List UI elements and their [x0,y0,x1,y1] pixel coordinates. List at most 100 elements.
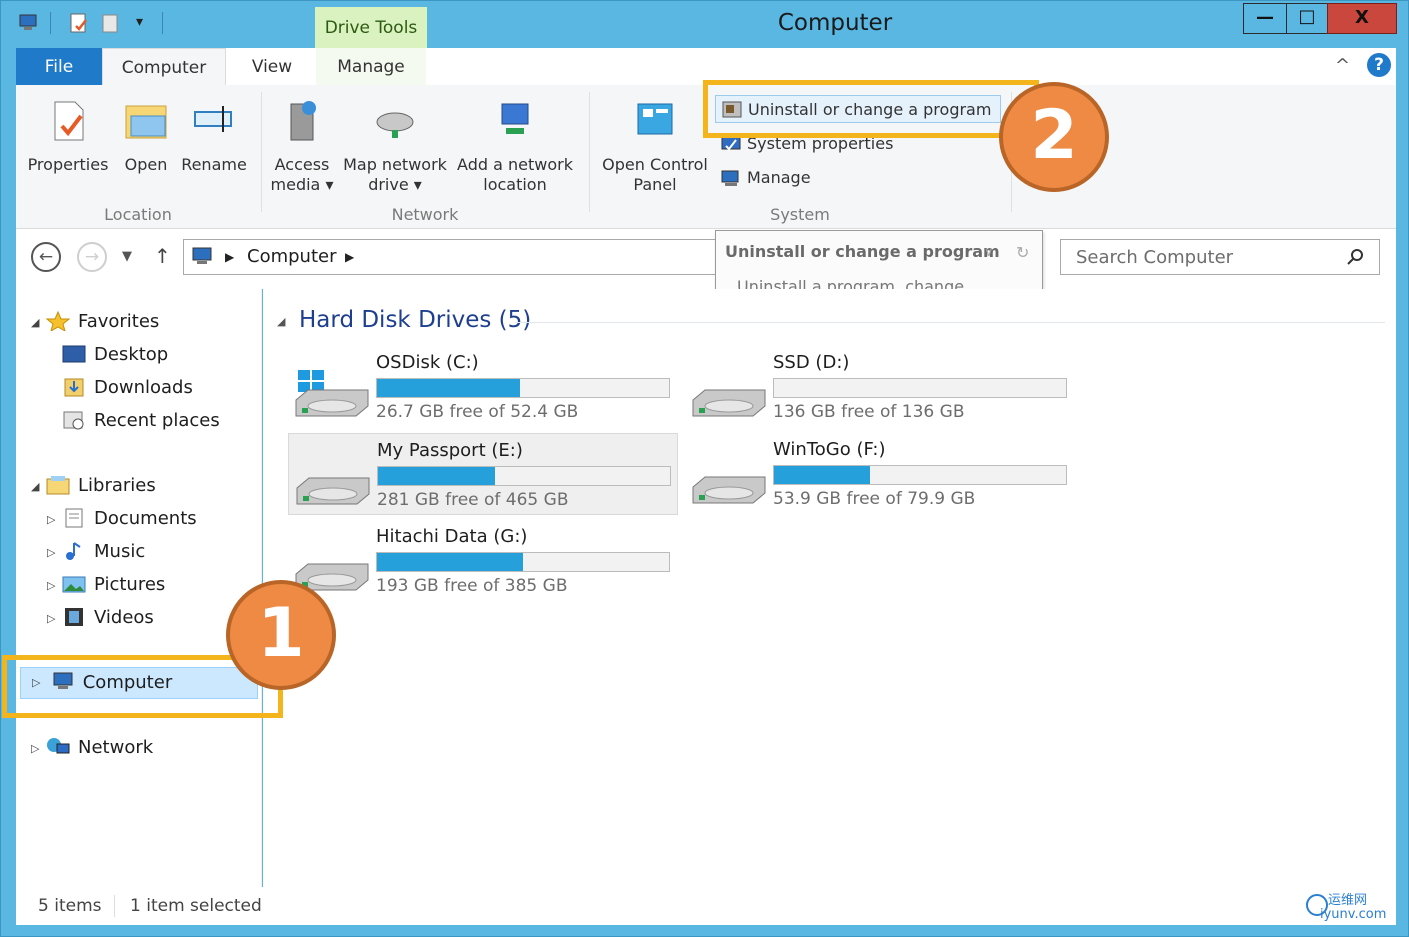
nav-libraries[interactable]: Libraries [46,471,156,501]
drive-name: My Passport (E:) [377,440,523,461]
nav-downloads[interactable]: Downloads [62,373,193,403]
control-panel-icon [637,103,673,135]
search-icon[interactable] [1345,247,1365,267]
maximize-button[interactable]: □ [1286,3,1328,34]
tab-view[interactable]: View [226,48,318,85]
expand-arrow-icon[interactable]: ▷ [31,742,39,755]
drive-name: OSDisk (C:) [376,352,479,373]
libraries-icon [46,476,70,495]
drive-item[interactable]: WinToGo (F:) 53.9 GB free of 79.9 GB [685,433,1075,515]
recent-places-icon [63,411,84,430]
rename-icon [194,106,232,132]
open-control-panel-button[interactable]: Open Control Panel [598,98,712,195]
drive-item[interactable]: OSDisk (C:) 26.7 GB free of 52.4 GB [288,346,678,428]
media-server-icon [290,101,316,141]
expand-arrow-icon[interactable]: ◢ [31,480,39,493]
tab-manage[interactable]: Manage [316,48,426,85]
drive-usage-bar [773,378,1067,398]
drive-free-space: 193 GB free of 385 GB [376,576,568,596]
access-media-button[interactable]: Access media ▾ [266,98,338,195]
breadcrumb-chevron-icon[interactable]: ▶ [225,250,234,264]
nav-videos[interactable]: Videos [62,603,154,633]
network-location-icon [501,103,529,134]
drive-free-space: 281 GB free of 465 GB [377,490,569,510]
step-badge-2: 2 [999,82,1109,192]
breadcrumb-chevron-icon[interactable]: ▶ [345,250,354,264]
nav-network[interactable]: Network [46,733,153,763]
nav-pictures[interactable]: Pictures [62,570,165,600]
drive-usage-bar [377,466,671,486]
expand-arrow-icon[interactable]: ▷ [47,579,55,592]
computer-icon[interactable] [18,12,40,34]
rename-button[interactable]: Rename [178,98,250,175]
expand-arrow-icon[interactable]: ▷ [47,612,55,625]
nav-music[interactable]: Music [62,537,145,567]
title-bar: ▾ Drive Tools Computer — □ X [0,0,1409,48]
expand-arrow-icon[interactable]: ▷ [47,546,55,559]
group-location-label: Location [104,205,172,224]
hard-drive-icon [692,389,766,417]
recent-locations-icon[interactable]: ▼ [122,249,132,264]
add-network-location-button[interactable]: Add a network location [454,98,576,195]
collapse-group-icon[interactable]: ◢ [277,315,285,328]
watermark: 运维网 iyunv.com [1306,894,1386,922]
pictures-icon [62,576,86,593]
nav-desktop[interactable]: Desktop [62,340,168,370]
drive-name: Hitachi Data (G:) [376,526,528,547]
section-title[interactable]: Hard Disk Drives (5) [299,307,531,333]
downloads-icon [64,378,84,397]
drive-usage-bar [773,465,1067,485]
expand-arrow-icon[interactable]: ◢ [31,316,39,329]
drive-item[interactable]: My Passport (E:) 281 GB free of 465 GB [288,433,678,515]
network-icon [47,738,70,754]
drive-usage-bar [376,552,670,572]
nav-favorites[interactable]: Favorites [46,307,159,337]
expand-arrow-icon[interactable]: ▷ [47,513,55,526]
tab-file[interactable]: File [16,48,102,85]
hard-drive-icon [296,477,370,505]
qa-separator [50,12,51,34]
chevron-down-icon: ∨ [984,245,994,260]
computer-management-icon [721,170,739,186]
map-network-drive-button[interactable]: Map network drive ▾ [340,98,450,195]
help-icon[interactable]: ? [1367,53,1391,77]
manage-button[interactable]: Manage [715,164,835,192]
properties-icon [54,101,84,141]
status-bar: 5 items 1 item selected [16,887,1396,925]
highlight-box-uninstall [703,80,1039,138]
group-separator [589,92,590,212]
drive-name: SSD (D:) [773,352,850,373]
drive-tools-context-tab: Drive Tools [315,7,427,48]
new-folder-quick-icon[interactable] [100,12,122,34]
drive-name: WinToGo (F:) [773,439,886,460]
back-button[interactable]: ← [31,242,61,272]
drive-free-space: 136 GB free of 136 GB [773,402,965,422]
forward-button[interactable]: → [77,242,107,272]
tab-computer[interactable]: Computer [102,48,226,85]
search-input[interactable]: Search Computer [1060,239,1380,275]
customize-qa-icon[interactable]: ▾ [136,14,143,30]
windows-drive-icon [295,370,369,417]
up-button[interactable]: ↑ [154,244,171,268]
drive-item[interactable]: Hitachi Data (G:) 193 GB free of 385 GB [288,520,678,602]
watermark-logo-icon [1306,894,1328,916]
drive-usage-fill [378,467,495,485]
open-button[interactable]: Open [118,98,174,175]
breadcrumb-computer[interactable]: Computer [247,246,336,267]
hard-drive-icon [692,476,766,504]
computer-icon [192,247,212,264]
status-item-count: 5 items [38,896,102,916]
properties-quick-icon[interactable] [68,12,90,34]
nav-documents[interactable]: Documents [62,504,197,534]
collapse-ribbon-icon[interactable]: ^ [1335,55,1350,76]
close-button[interactable]: X [1327,3,1397,34]
drive-item[interactable]: SSD (D:) 136 GB free of 136 GB [685,346,1075,428]
folder-open-icon [125,105,167,139]
minimize-button[interactable]: — [1243,3,1287,34]
properties-button[interactable]: Properties [26,98,110,175]
drive-usage-fill [377,553,523,571]
network-drive-icon [376,112,414,138]
drive-usage-bar [376,378,670,398]
nav-recent-places[interactable]: Recent places [62,406,220,436]
music-icon [66,542,81,560]
